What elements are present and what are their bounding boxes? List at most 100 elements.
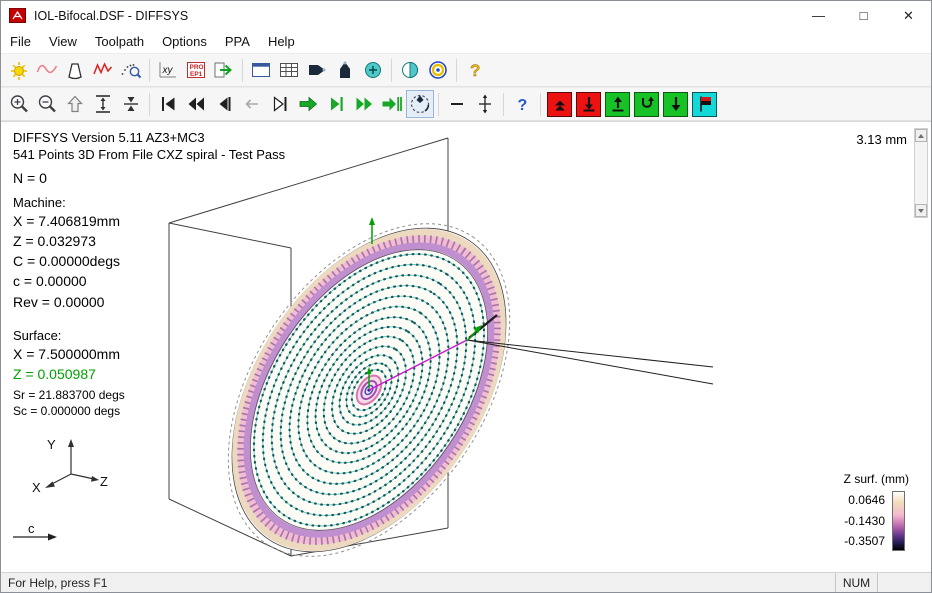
menu-help[interactable]: Help <box>259 32 304 51</box>
toolbar-separator <box>391 59 392 82</box>
context-help-icon: ? <box>510 92 534 116</box>
scroll-up-button[interactable] <box>915 129 927 142</box>
fast-back-button[interactable] <box>182 90 210 118</box>
collapse-icon <box>119 92 143 116</box>
menu-ppa[interactable]: PPA <box>216 32 259 51</box>
export-arrow-icon <box>212 58 236 82</box>
forward-button[interactable] <box>294 90 322 118</box>
light-source-button[interactable] <box>5 56 33 84</box>
pro-ep1-icon: PRO EP1 <box>184 58 208 82</box>
maximize-button[interactable]: □ <box>841 1 886 30</box>
fit-vertical-icon <box>91 92 115 116</box>
half-lens-button[interactable] <box>396 56 424 84</box>
finish-flag-icon <box>694 93 716 115</box>
plunge-button[interactable] <box>576 92 601 117</box>
step-back-button[interactable] <box>210 90 238 118</box>
tool-profile-icon <box>63 58 87 82</box>
back-button[interactable] <box>238 90 266 118</box>
scale-label: 3.13 mm <box>856 132 907 147</box>
legend-value-max: 0.0646 <box>815 493 885 507</box>
data-table-button[interactable] <box>275 56 303 84</box>
machine-z: Z = 0.032973 <box>13 233 96 249</box>
version-text: DIFFSYS Version 5.11 AZ3+MC3 <box>13 130 205 145</box>
pro-ep1-button[interactable]: PRO EP1 <box>182 56 210 84</box>
scroll-down-button[interactable] <box>915 204 927 217</box>
zoom-out-button[interactable] <box>33 90 61 118</box>
forward-arrow-icon <box>296 92 320 116</box>
lens-rings-button[interactable] <box>424 56 452 84</box>
play-to-button[interactable] <box>266 90 294 118</box>
menu-file[interactable]: File <box>1 32 40 51</box>
arrow-down-icon <box>665 93 687 115</box>
menu-toolpath[interactable]: Toolpath <box>86 32 153 51</box>
menu-view[interactable]: View <box>40 32 86 51</box>
minimize-button[interactable]: — <box>796 1 841 30</box>
page-up-button[interactable] <box>61 90 89 118</box>
half-lens-icon <box>398 58 422 82</box>
decrease-button[interactable] <box>443 90 471 118</box>
tool-upright-icon <box>333 58 357 82</box>
finish-button[interactable] <box>692 92 717 117</box>
collapse-button[interactable] <box>117 90 145 118</box>
scene-svg: Y X Z c <box>1 122 931 572</box>
lower-button[interactable] <box>663 92 688 117</box>
tool-side-button[interactable] <box>303 56 331 84</box>
svg-text:?: ? <box>470 61 480 80</box>
toolbar-separator <box>503 93 504 116</box>
svg-text:EP1: EP1 <box>190 71 203 78</box>
fast-forward-icon <box>352 92 376 116</box>
zoom-in-button[interactable] <box>5 90 33 118</box>
step-forward-icon <box>324 92 348 116</box>
diffsys-logo-icon <box>9 8 27 24</box>
mini-scrollbar[interactable] <box>914 128 928 218</box>
surface-sr: Sr = 21.883700 degs <box>13 388 125 402</box>
status-empty-pane <box>877 573 931 592</box>
retract-button[interactable] <box>605 92 630 117</box>
dotted-curve-magnifier-icon <box>119 58 143 82</box>
run-export-button[interactable] <box>210 56 238 84</box>
tool-upright-button[interactable] <box>331 56 359 84</box>
triangle-up-icon <box>918 134 924 138</box>
title-bar[interactable]: IOL-Bifocal.DSF - DIFFSYS — □ ✕ <box>1 1 931 30</box>
legend-value-mid: -0.1430 <box>815 514 885 528</box>
surface-x: X = 7.500000mm <box>13 346 120 362</box>
menu-options[interactable]: Options <box>153 32 216 51</box>
minus-icon <box>445 92 469 116</box>
axis-x-label: X <box>32 480 41 495</box>
machine-rev: Rev = 0.00000 <box>13 294 104 310</box>
spindle-rotate-button[interactable] <box>406 90 434 118</box>
svg-text:?: ? <box>518 97 528 114</box>
fast-forward-button[interactable] <box>350 90 378 118</box>
status-help-text: For Help, press F1 <box>1 573 835 592</box>
go-first-button[interactable] <box>154 90 182 118</box>
c-axis-view-button[interactable] <box>359 56 387 84</box>
error-plot-button[interactable] <box>89 56 117 84</box>
n-counter: N = 0 <box>13 170 47 186</box>
help-button[interactable]: ? <box>461 56 489 84</box>
zoom-in-icon <box>7 92 31 116</box>
tool-shape-button[interactable] <box>61 56 89 84</box>
point-zoom-button[interactable] <box>117 56 145 84</box>
spindle-raise-button[interactable] <box>547 92 572 117</box>
window-title: IOL-Bifocal.DSF - DIFFSYS <box>34 9 188 23</box>
machine-c-lower: c = 0.00000 <box>13 273 87 289</box>
hook-return-button[interactable] <box>634 92 659 117</box>
c-axis-label: c <box>28 521 35 536</box>
double-chevron-up-icon <box>549 93 571 115</box>
go-last-button[interactable] <box>378 90 406 118</box>
surface-wave-button[interactable] <box>33 56 61 84</box>
xy-plot-button[interactable]: xy <box>154 56 182 84</box>
window-controls: — □ ✕ <box>796 1 931 30</box>
increase-button[interactable] <box>471 90 499 118</box>
sun-icon <box>7 58 31 82</box>
legend-colorbar <box>892 491 905 551</box>
viewport-3d[interactable]: Y X Z c DIFFSYS Version 5.11 AZ3+MC3 541… <box>1 121 931 572</box>
back-arrow-disabled-icon <box>240 92 264 116</box>
close-button[interactable]: ✕ <box>886 1 931 30</box>
fit-vertical-button[interactable] <box>89 90 117 118</box>
tool-side-icon <box>305 58 329 82</box>
window-view-button[interactable] <box>247 56 275 84</box>
step-forward-button[interactable] <box>322 90 350 118</box>
toolbar-separator <box>149 59 150 82</box>
context-help-button[interactable]: ? <box>508 90 536 118</box>
